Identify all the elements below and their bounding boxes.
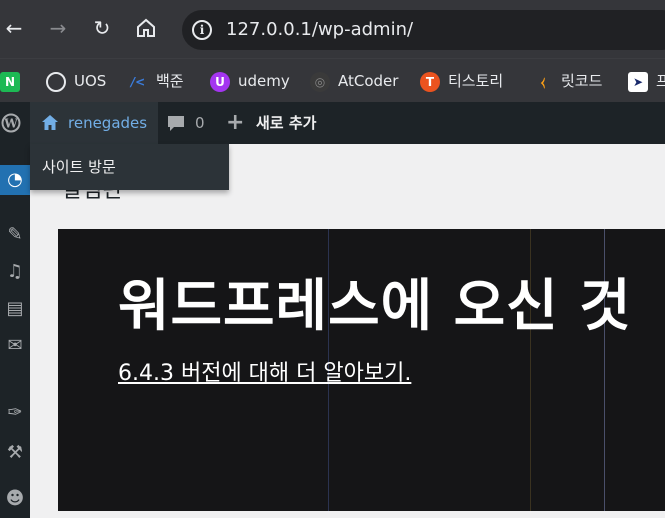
bookmarks-bar: N UOS /< 백준 Uudemy ◎ AtCoder T 티스토리 ⧼ 릿코드 ➤ 프 [0, 58, 665, 103]
site-dropdown: 사이트 방문 [30, 144, 229, 190]
forward-icon[interactable]: → [44, 14, 72, 42]
bookmark-baekjoon[interactable]: /< 백준 [128, 59, 184, 103]
back-icon[interactable]: ← [0, 14, 28, 42]
tistory-icon: T [420, 71, 440, 92]
code-icon: /< [130, 74, 146, 89]
wp-admin-bar: W renegades 0 + 새로 추가 [0, 102, 665, 144]
bookmark-leetcode[interactable]: ⧼ 릿코드 [533, 59, 603, 103]
site-info-icon[interactable]: i [192, 20, 212, 40]
version-link[interactable]: 6.4.3 버전에 대해 더 알아보기. [118, 355, 411, 387]
comment-icon [166, 102, 186, 148]
bookmark-uos[interactable]: UOS [46, 59, 106, 103]
bookmark-label: AtCoder [338, 72, 399, 90]
new-content-menu[interactable]: + 새로 추가 [226, 102, 336, 144]
site-name-menu[interactable]: renegades [30, 102, 158, 144]
url-text[interactable]: 127.0.0.1/wp-admin/ [226, 10, 413, 50]
bookmark-label: 릿코드 [561, 72, 603, 90]
globe-icon [46, 71, 66, 92]
browser-toolbar: ← → ↻ i 127.0.0.1/wp-admin/ [0, 0, 665, 58]
bookmark-label: 프 [656, 72, 665, 90]
atcoder-icon: ◎ [310, 71, 330, 92]
media-icon[interactable]: ♫ [0, 257, 30, 287]
svg-text:W: W [3, 117, 18, 131]
pin-icon[interactable]: ✎ [0, 220, 30, 250]
plugins-icon[interactable]: ⚒ [0, 438, 30, 468]
comments-count: 0 [195, 114, 205, 132]
dashboard-icon[interactable]: ◔ [0, 165, 30, 195]
bookmark-label: 백준 [156, 72, 184, 90]
visit-site-link[interactable]: 사이트 방문 [42, 144, 116, 190]
address-bar[interactable]: i 127.0.0.1/wp-admin/ [182, 10, 665, 50]
bookmark-more[interactable]: ➤ 프 [628, 59, 665, 103]
bookmark-udemy[interactable]: Uudemy [210, 59, 290, 103]
udemy-icon: U [210, 71, 230, 92]
users-icon[interactable]: ☻ [0, 484, 30, 514]
home-icon[interactable] [132, 14, 160, 42]
bookmark-icon: ➤ [628, 71, 648, 92]
bookmark-atcoder[interactable]: ◎ AtCoder [310, 59, 398, 103]
bookmark-notion[interactable]: N [0, 59, 20, 103]
comments-menu[interactable]: 0 [164, 102, 214, 144]
appearance-icon[interactable]: ✑ [0, 398, 30, 428]
comments-icon[interactable]: ✉ [0, 331, 30, 361]
welcome-title: 워드프레스에 오신 것 [118, 274, 632, 339]
leetcode-icon: ⧼ [540, 74, 546, 89]
bookmark-label: udemy [238, 72, 290, 90]
plus-icon: + [226, 110, 245, 135]
reload-icon[interactable]: ↻ [88, 14, 116, 42]
wordpress-logo-icon[interactable]: W [0, 102, 22, 144]
admin-sidebar: ◔ ✎ ♫ ▤ ✉ ✑ ⚒ ☻ [0, 144, 30, 518]
bookmark-label: 티스토리 [448, 72, 504, 90]
welcome-panel: 워드프레스에 오신 것 6.4.3 버전에 대해 더 알아보기. [58, 229, 665, 511]
bookmark-tistory[interactable]: T 티스토리 [420, 59, 503, 103]
site-name: renegades [68, 114, 148, 132]
home-icon [40, 102, 60, 148]
bookmark-label: UOS [74, 72, 107, 90]
new-label: 새로 추가 [256, 114, 317, 132]
notion-icon: N [0, 71, 20, 92]
pages-icon[interactable]: ▤ [0, 294, 30, 324]
